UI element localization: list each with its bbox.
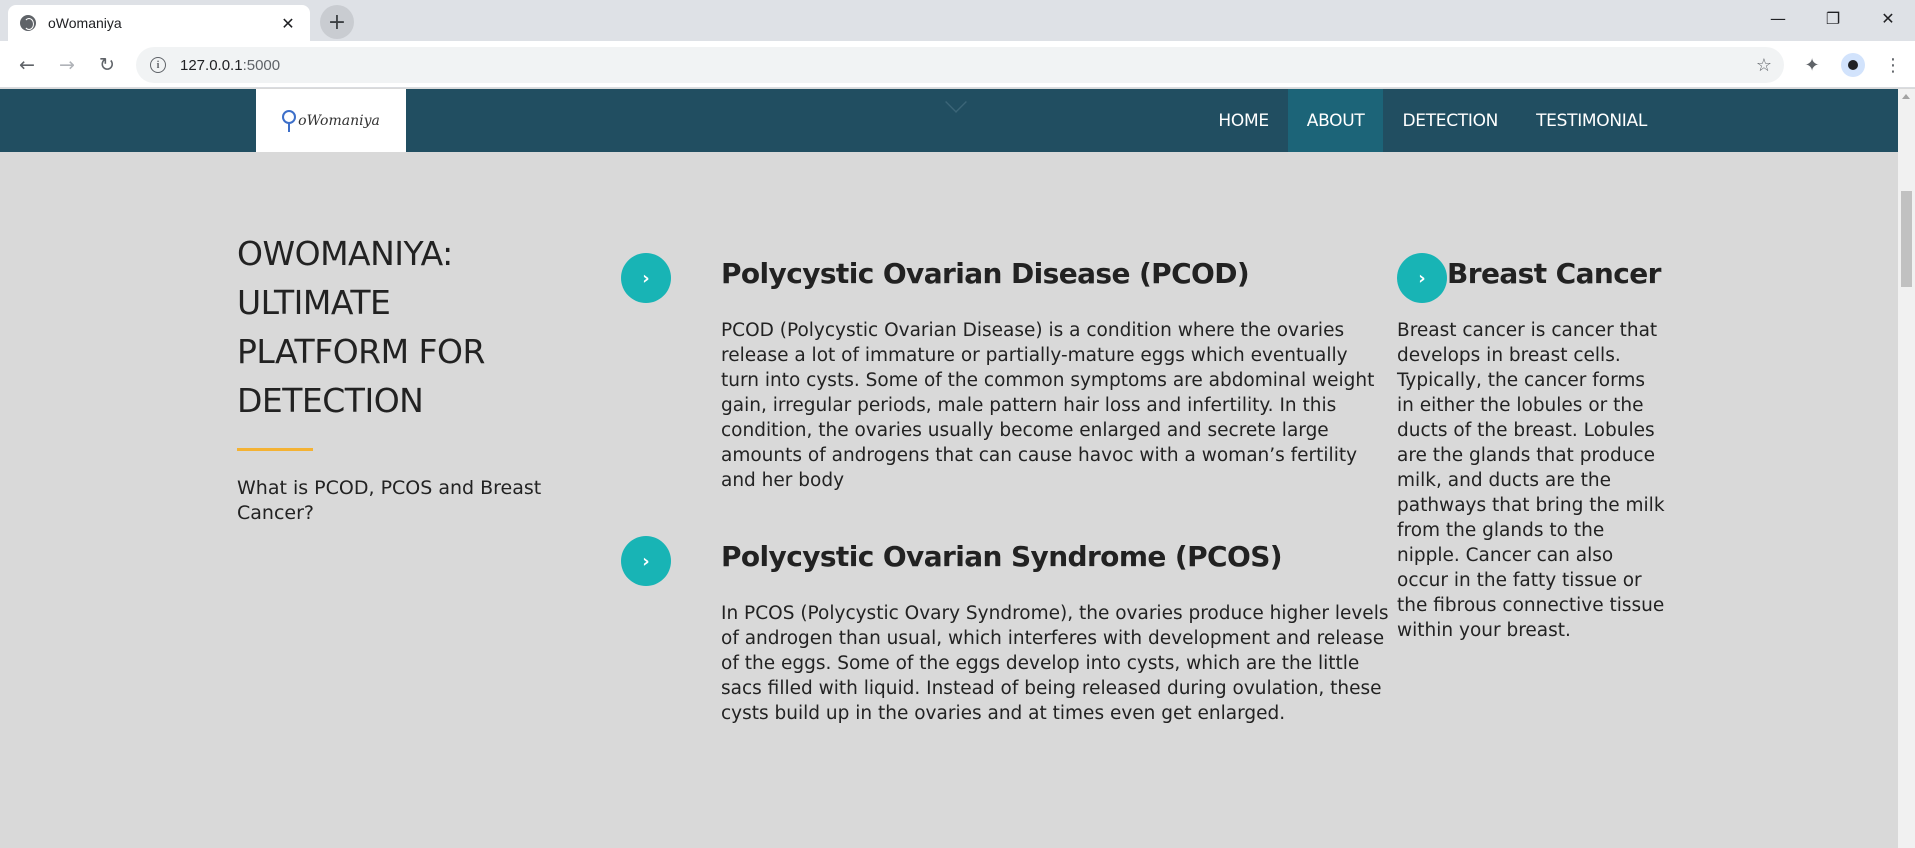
scroll-up-icon[interactable]: [1902, 94, 1910, 99]
chevron-down-icon: [945, 91, 967, 113]
site-navbar: oWomaniya HOME ABOUT DETECTION TESTIMONI…: [0, 89, 1898, 152]
chevron-right-icon[interactable]: ›: [621, 253, 671, 303]
nav-testimonial[interactable]: TESTIMONIAL: [1517, 89, 1666, 152]
logo-text: oWomaniya: [298, 112, 380, 129]
avatar-icon[interactable]: [1841, 53, 1865, 77]
nav-links: HOME ABOUT DETECTION TESTIMONIAL: [1199, 89, 1666, 152]
puzzle-icon[interactable]: ✦: [1800, 53, 1824, 77]
section-title-pcod: Polycystic Ovarian Disease (PCOD): [721, 257, 1250, 290]
address-bar[interactable]: i 127.0.0.1:5000 ☆: [136, 47, 1784, 83]
site-info-icon[interactable]: i: [150, 57, 166, 73]
page-viewport: oWomaniya HOME ABOUT DETECTION TESTIMONI…: [0, 89, 1898, 848]
tab-close-icon[interactable]: ✕: [278, 14, 298, 33]
browser-tab[interactable]: oWomaniya ✕: [8, 5, 310, 41]
nav-home[interactable]: HOME: [1199, 89, 1287, 152]
chevron-right-icon[interactable]: ›: [1397, 253, 1447, 303]
female-symbol-icon: [282, 109, 297, 132]
nav-about[interactable]: ABOUT: [1287, 89, 1384, 152]
back-arrow-icon[interactable]: ←: [11, 49, 43, 81]
chevron-right-icon[interactable]: ›: [621, 536, 671, 586]
reload-icon[interactable]: ↻: [91, 49, 123, 81]
tab-title: oWomaniya: [48, 15, 122, 31]
section-body-pcos: In PCOS (Polycystic Ovary Syndrome), the…: [721, 603, 1389, 724]
kebab-menu-icon[interactable]: ⋮: [1881, 53, 1905, 77]
section-title-pcos: Polycystic Ovarian Syndrome (PCOS): [721, 540, 1283, 573]
hero-subtitle: What is PCOD, PCOS and Breast Cancer?: [237, 477, 542, 524]
window-close-icon[interactable]: ✕: [1860, 0, 1915, 36]
site-logo[interactable]: oWomaniya: [256, 89, 406, 152]
section-title-breast-cancer: Breast Cancer: [1447, 257, 1661, 290]
browser-tab-bar: oWomaniya ✕ + — ❐ ✕: [0, 0, 1915, 41]
forward-arrow-icon[interactable]: →: [51, 49, 83, 81]
globe-icon: [20, 15, 36, 31]
url-text: 127.0.0.1:5000: [180, 56, 281, 74]
nav-detection[interactable]: DETECTION: [1383, 89, 1517, 152]
page-scrollbar[interactable]: [1898, 89, 1915, 848]
hero-divider: [237, 448, 313, 451]
browser-toolbar: ← → ↻ i 127.0.0.1:5000 ☆ ✦ ⋮: [0, 41, 1915, 88]
star-icon[interactable]: ☆: [1744, 55, 1784, 76]
minimize-icon[interactable]: —: [1750, 0, 1806, 36]
hero-title: OWOMANIYA: ULTIMATE PLATFORM FOR DETECTI…: [237, 234, 485, 420]
new-tab-button[interactable]: +: [320, 5, 354, 39]
scrollbar-thumb[interactable]: [1901, 191, 1912, 287]
section-body-pcod: PCOD (Polycystic Ovarian Disease) is a c…: [721, 320, 1375, 491]
section-body-breast-cancer: Breast cancer is cancer that develops in…: [1397, 320, 1665, 641]
restore-icon[interactable]: ❐: [1805, 0, 1861, 36]
